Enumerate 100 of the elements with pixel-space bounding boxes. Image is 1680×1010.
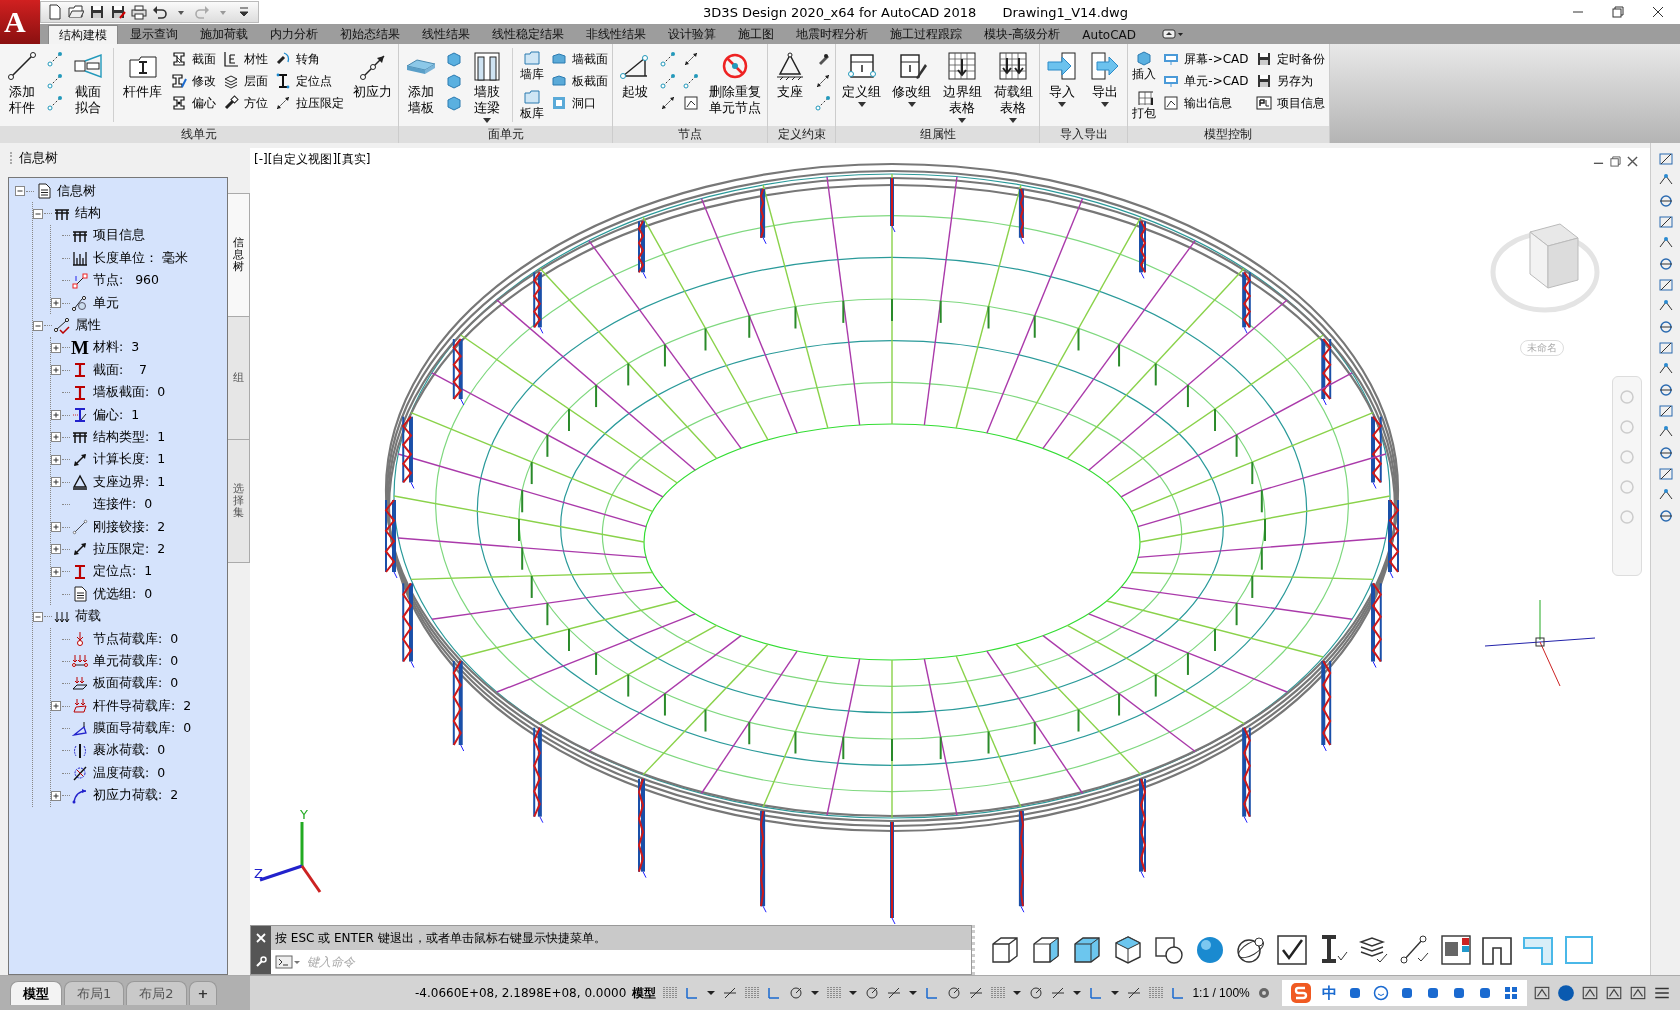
tree-item[interactable]: 偏心: 1: [93, 406, 140, 424]
sphere-icon[interactable]: [1194, 934, 1226, 966]
expand-icon[interactable]: [51, 365, 61, 376]
cube-small-icon[interactable]: [446, 51, 462, 67]
tree-item[interactable]: 结构: [75, 205, 101, 223]
expand-icon[interactable]: [51, 477, 61, 488]
viewport-label[interactable]: [-][自定义视图][真实]: [254, 151, 371, 168]
app-menu-button[interactable]: A: [0, 0, 40, 44]
ribbon-tab[interactable]: 显示查询: [120, 25, 188, 44]
cube-face-icon[interactable]: [1030, 934, 1062, 966]
cube-small-icon[interactable]: [446, 95, 462, 111]
tree-item[interactable]: 截面: 7: [93, 361, 148, 379]
tree-item[interactable]: 单元荷载库: 0: [93, 652, 179, 670]
tree-item[interactable]: 杆件导荷载库: 2: [93, 697, 192, 715]
expand-icon[interactable]: [51, 566, 61, 577]
ribbon-button[interactable]: 删除重复单元节点: [706, 48, 764, 118]
expand-icon[interactable]: [51, 544, 61, 555]
new-file-icon[interactable]: [47, 4, 63, 20]
ime-logo-icon[interactable]: [1289, 982, 1312, 1004]
emoji-icon[interactable]: [1372, 985, 1389, 1001]
side-tab[interactable]: 组: [228, 316, 250, 440]
tree-item[interactable]: 计算长度: 1: [93, 451, 166, 469]
model-viewport[interactable]: [-][自定义视图][真实] 未命名 Y Z: [250, 148, 1650, 925]
ribbon-button[interactable]: 输出信息: [1163, 94, 1249, 112]
ribbon-tab[interactable]: 模块-高级分析: [974, 25, 1071, 44]
ribbon-button[interactable]: 项目信息: [1255, 94, 1325, 112]
ribbon-tab[interactable]: 设计验算: [658, 25, 726, 44]
ribbon-tab[interactable]: AutoCAD: [1072, 25, 1147, 44]
ribbon-button[interactable]: 荷载组表格: [991, 48, 1036, 125]
solid-cube-icon[interactable]: [1071, 934, 1103, 966]
tree-item[interactable]: 节点荷载库: 0: [93, 630, 179, 648]
tree-item[interactable]: 优选组: 0: [93, 585, 153, 603]
command-input[interactable]: 键入命令: [305, 954, 605, 970]
tree-item[interactable]: 信息树: [57, 182, 96, 200]
ribbon-tab[interactable]: 地震时程分析: [786, 25, 878, 44]
wireframe-cube-icon[interactable]: [989, 934, 1021, 966]
ribbon-button[interactable]: 导出: [1087, 48, 1124, 109]
ribbon-button[interactable]: 拉压限定: [275, 94, 344, 112]
ribbon-tab[interactable]: 非线性结果: [576, 25, 656, 44]
ribbon-button[interactable]: 边界组表格: [940, 48, 985, 125]
expand-icon[interactable]: [51, 298, 61, 309]
ribbon-button[interactable]: 导入: [1044, 48, 1081, 109]
ribbon-button[interactable]: 另存为: [1255, 72, 1325, 90]
tree-item[interactable]: 材料: 3: [93, 339, 140, 357]
ribbon-tab[interactable]: 施加荷载: [190, 25, 258, 44]
restore-icon[interactable]: [1610, 156, 1621, 167]
ribbon-button[interactable]: 杆件库: [121, 48, 164, 102]
checkbox-icon[interactable]: [1276, 934, 1308, 966]
ribbon-button[interactable]: 修改: [171, 72, 216, 90]
model-space-button[interactable]: 模型: [632, 984, 657, 1002]
ribbon-button[interactable]: 单元->CAD: [1163, 72, 1249, 90]
ribbon-button[interactable]: 板截面: [551, 72, 608, 90]
ribbon-button[interactable]: 屏幕->CAD: [1163, 50, 1249, 68]
status-dot-icon[interactable]: [1556, 984, 1575, 1002]
ribbon-button[interactable]: 定义组: [840, 48, 884, 109]
tree-item[interactable]: 墙板截面: 0: [93, 384, 166, 402]
layout-tab[interactable]: 模型: [10, 981, 62, 1005]
layout-tab[interactable]: 布局2: [126, 981, 187, 1005]
wrench-icon[interactable]: [255, 955, 267, 968]
save-icon[interactable]: [89, 4, 105, 20]
ribbon-button[interactable]: 支座: [772, 48, 809, 102]
node-icon[interactable]: [660, 73, 676, 89]
ribbon-tab[interactable]: 内力分析: [260, 25, 328, 44]
dimension-icon[interactable]: [660, 95, 676, 111]
tree-item[interactable]: 结构类型: 1: [93, 429, 166, 446]
ribbon-button[interactable]: 板库: [520, 89, 544, 122]
ribbon-tab[interactable]: 线性结果: [412, 25, 480, 44]
ribbon-tab[interactable]: 施工图: [728, 25, 784, 44]
collapse-icon[interactable]: [33, 208, 43, 219]
chart-icon[interactable]: [683, 95, 699, 111]
tree-item[interactable]: 定位点: 1: [93, 563, 153, 581]
corner-frame-icon[interactable]: [1481, 934, 1513, 966]
input-mode-toggle[interactable]: 中: [1321, 983, 1337, 1003]
tree-item[interactable]: 刚接铰接: 2: [93, 518, 166, 536]
tree-item[interactable]: 支座边界: 1: [93, 473, 166, 491]
node-icon[interactable]: [815, 95, 832, 111]
ribbon-options-icon[interactable]: [1162, 28, 1185, 40]
close-icon[interactable]: [1652, 6, 1664, 18]
collapse-icon[interactable]: [33, 611, 43, 622]
dimension-icon[interactable]: [815, 73, 832, 89]
ribbon-button[interactable]: 截面: [171, 50, 216, 68]
collapse-icon[interactable]: [15, 186, 25, 197]
node-icon[interactable]: [683, 73, 699, 89]
tree-item[interactable]: 节点: 960: [93, 272, 159, 290]
ribbon-tab[interactable]: 施工过程跟踪: [880, 25, 972, 44]
ribbon-button[interactable]: 墙库: [520, 50, 544, 83]
layout-tab[interactable]: 布局1: [64, 981, 125, 1005]
ribbon-button[interactable]: 添加杆件: [4, 48, 40, 118]
ribbon-button[interactable]: 插入: [1132, 50, 1157, 83]
ribbon-button[interactable]: 方位: [223, 94, 268, 112]
ribbon-button[interactable]: 材性: [223, 50, 268, 68]
tree-item[interactable]: 连接件: 0: [93, 496, 153, 514]
ribbon-button[interactable]: 起坡: [617, 48, 653, 102]
open-folder-icon[interactable]: [68, 4, 84, 20]
tree-item[interactable]: 膜面导荷载库: 0: [93, 720, 192, 738]
close-icon[interactable]: [1627, 156, 1638, 167]
expand-icon[interactable]: [51, 432, 61, 443]
expand-icon[interactable]: [51, 454, 61, 465]
ribbon-button[interactable]: 修改组: [890, 48, 934, 109]
tree-item[interactable]: 单元: [93, 294, 119, 312]
